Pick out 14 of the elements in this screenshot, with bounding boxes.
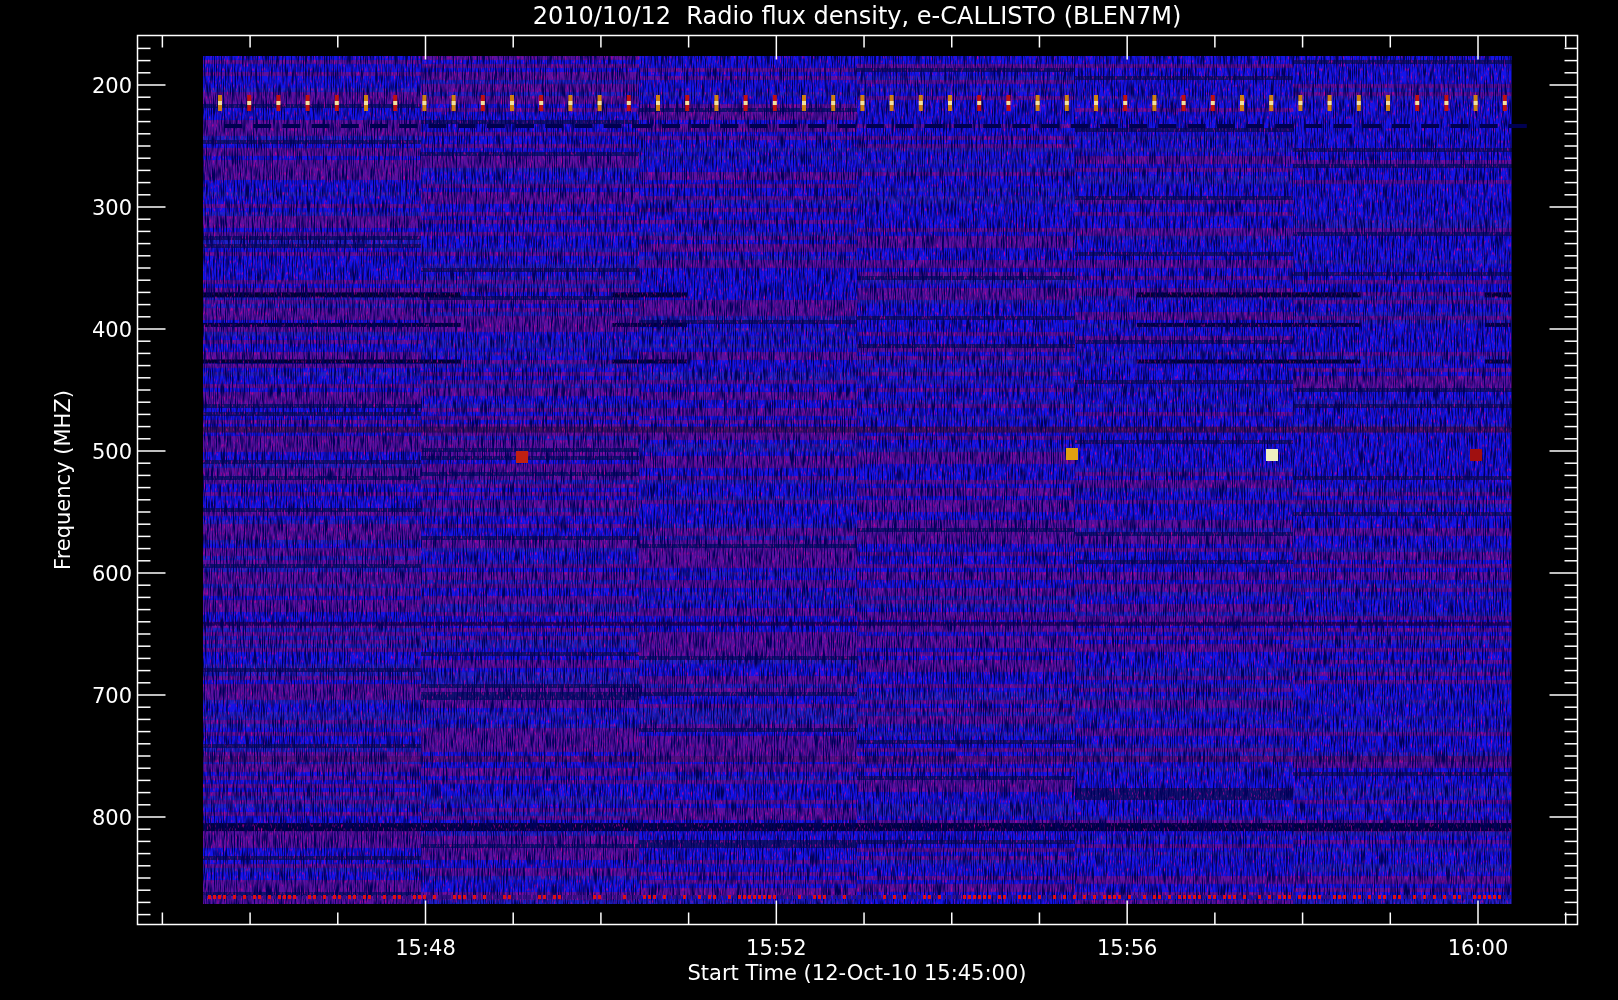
y-tick-label: 400 [91, 318, 132, 342]
x-tick-label: 15:52 [746, 936, 807, 960]
y-tick-label: 600 [91, 562, 132, 586]
y-tick-label: 300 [91, 196, 132, 220]
x-axis-label: Start Time (12-Oct-10 15:45:00) [687, 961, 1027, 985]
y-tick-label: 800 [91, 806, 132, 830]
y-tick-label: 700 [91, 684, 132, 708]
x-tick-label: 15:56 [1096, 936, 1158, 960]
chart-title: 2010/10/12 Radio flux density, e-CALLISTO (BLEN7M) [532, 2, 1182, 30]
y-tick-label: 200 [91, 74, 132, 98]
x-tick-label: 16:00 [1447, 936, 1509, 960]
y-axis-label: Frequency (MHZ) [51, 390, 75, 570]
y-tick-label: 500 [91, 440, 132, 464]
x-tick-label: 15:48 [395, 936, 456, 960]
